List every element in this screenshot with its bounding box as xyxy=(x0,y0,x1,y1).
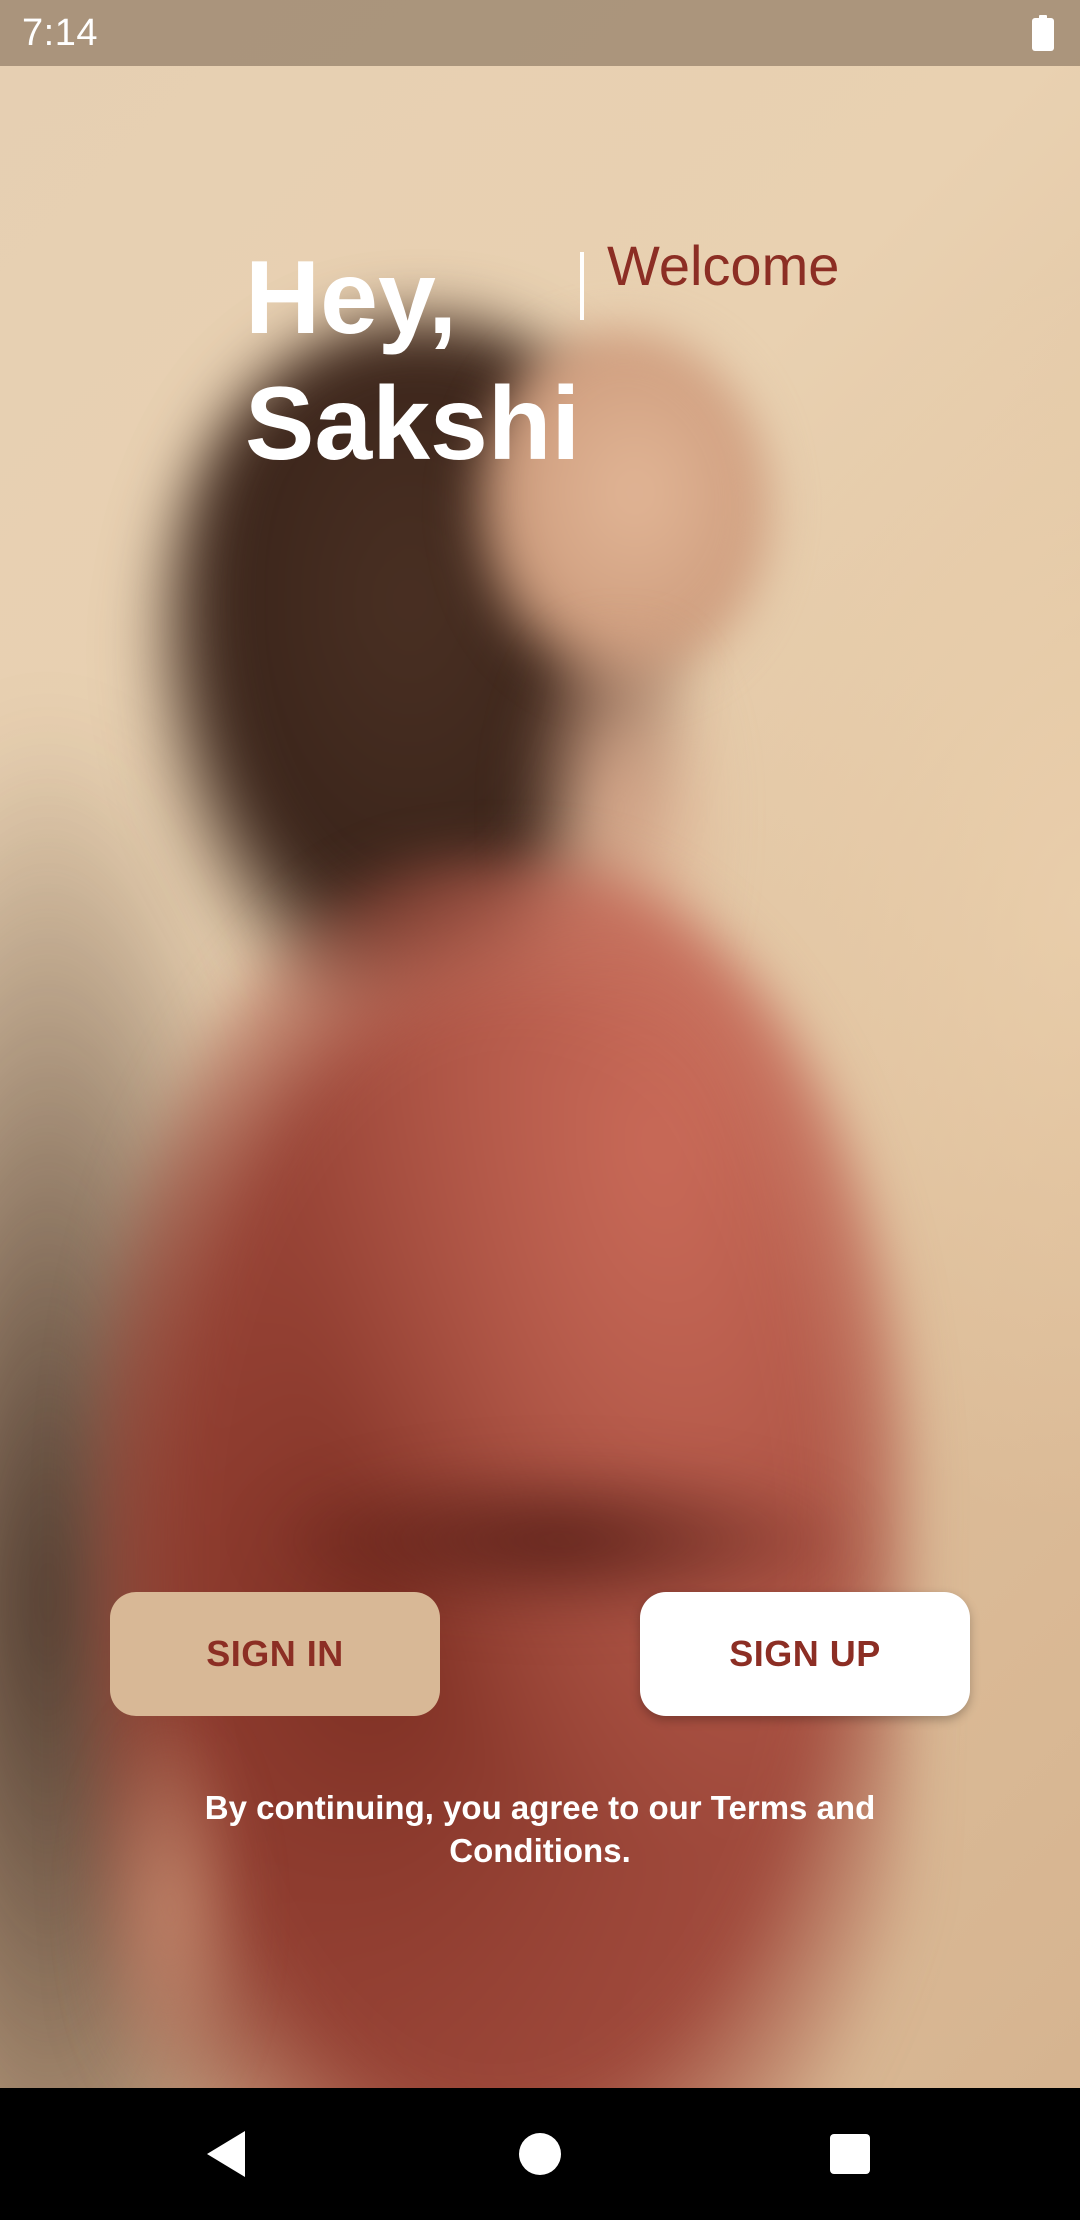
navigation-bar xyxy=(0,2088,1080,2220)
greeting-heading: Hey, Sakshi xyxy=(245,235,580,487)
status-time: 7:14 xyxy=(22,11,98,54)
welcome-label: Welcome xyxy=(607,234,840,297)
back-triangle-icon[interactable] xyxy=(196,2124,256,2184)
greeting-line-hey: Hey, xyxy=(245,240,457,356)
battery-full-icon xyxy=(1032,15,1054,51)
welcome-screen: 7:14 Hey, Sakshi Welcome SIGN IN SIGN UP… xyxy=(0,0,1080,2220)
status-bar: 7:14 xyxy=(0,0,1080,66)
home-circle-icon[interactable] xyxy=(510,2124,570,2184)
recents-square-icon[interactable] xyxy=(820,2124,880,2184)
sign-up-button[interactable]: SIGN UP xyxy=(640,1592,970,1716)
greeting-line-name: Sakshi xyxy=(245,366,581,482)
sign-in-button[interactable]: SIGN IN xyxy=(110,1592,440,1716)
vertical-divider xyxy=(580,252,584,320)
terms-text: By continuing, you agree to our Terms an… xyxy=(204,1789,876,1869)
